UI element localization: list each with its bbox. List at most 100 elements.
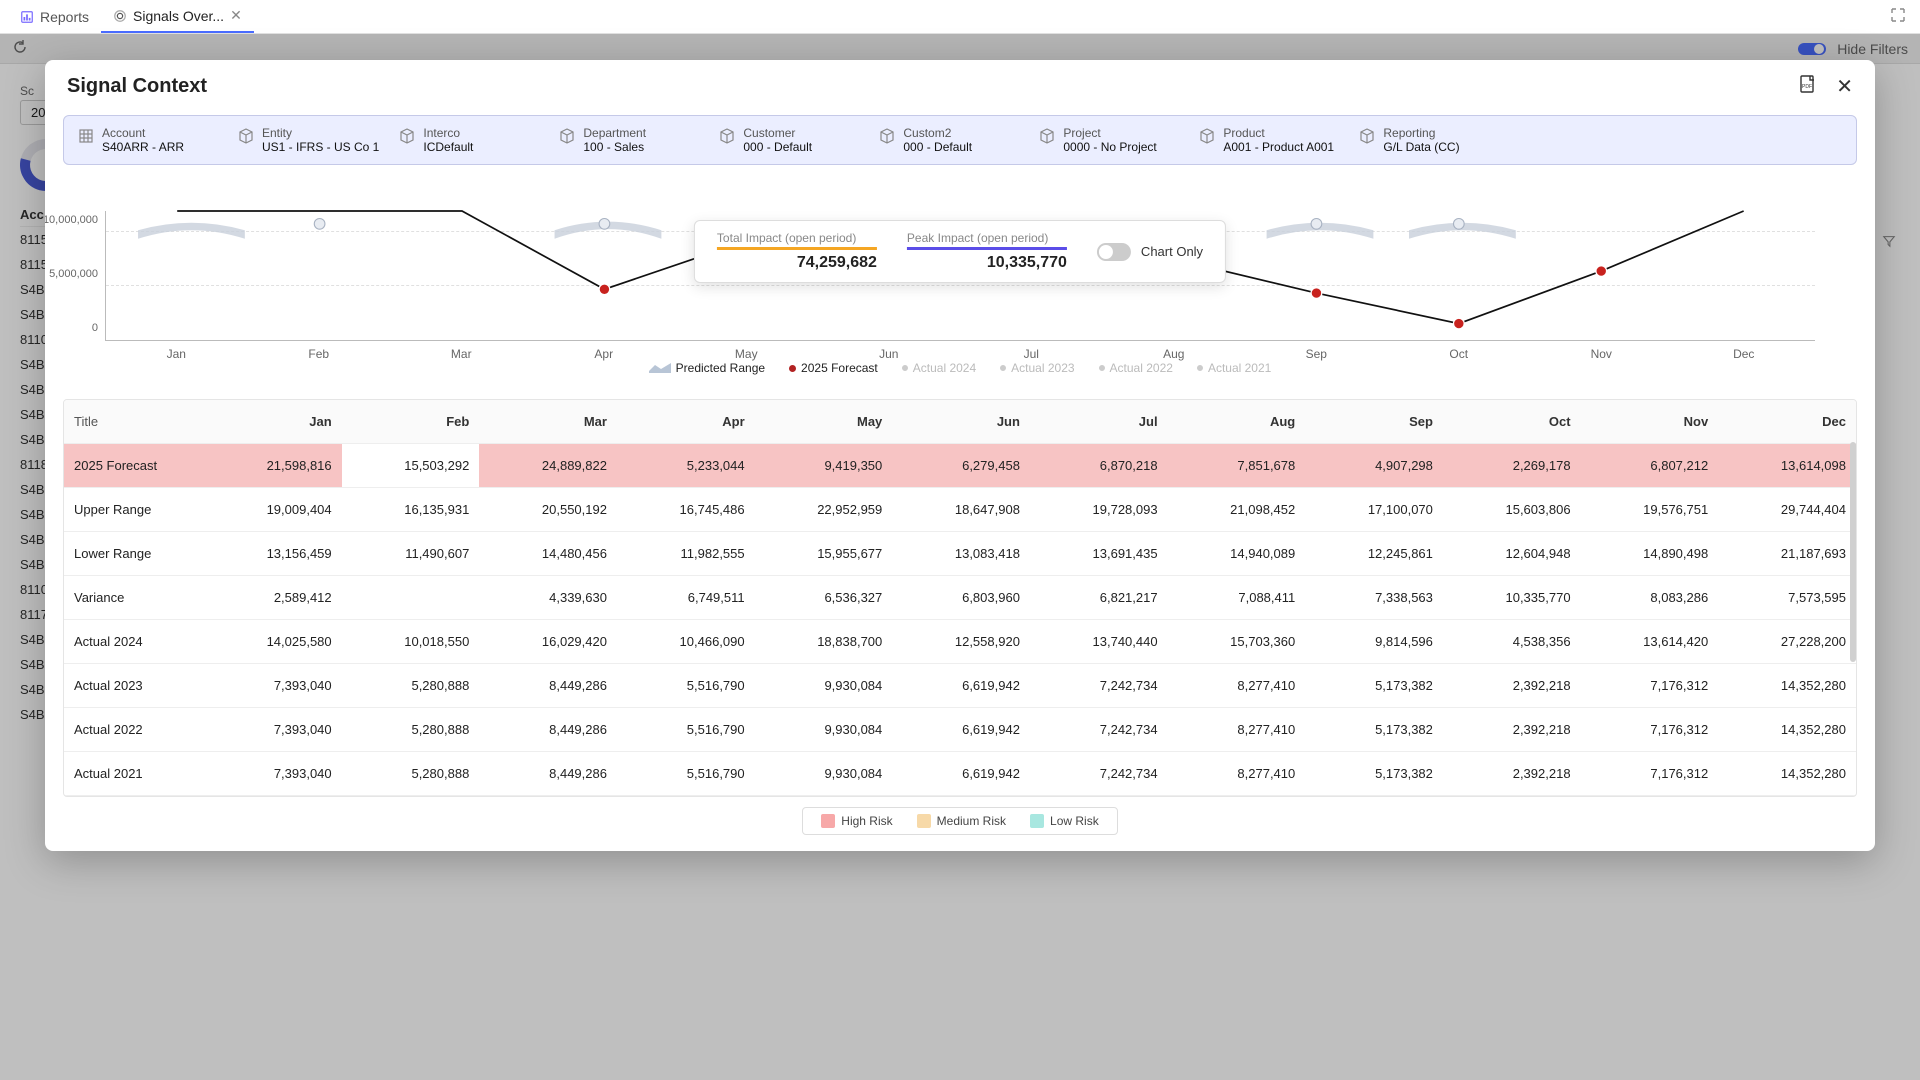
table-cell: 24,889,822 (479, 444, 617, 488)
table-row[interactable]: Actual 20217,393,0405,280,8888,449,2865,… (64, 752, 1856, 796)
table-scrollbar[interactable] (1850, 442, 1856, 662)
context-item[interactable]: EntityUS1 - IFRS - US Co 1 (238, 126, 379, 154)
table-cell: 5,280,888 (342, 708, 480, 752)
table-cell: 13,614,098 (1718, 444, 1856, 488)
table-col-month[interactable]: Sep (1305, 400, 1443, 444)
table-cell: 10,466,090 (617, 620, 755, 664)
context-label: Department (583, 126, 646, 140)
table-col-month[interactable]: Jan (204, 400, 342, 444)
collapse-icon[interactable] (1884, 7, 1912, 26)
tab-reports-label: Reports (40, 9, 89, 25)
row-label: Lower Range (64, 532, 204, 576)
table-row[interactable]: Actual 202414,025,58010,018,55016,029,42… (64, 620, 1856, 664)
context-item[interactable]: Customer000 - Default (719, 126, 859, 154)
table-col-month[interactable]: Dec (1718, 400, 1856, 444)
context-label: Entity (262, 126, 379, 140)
table-cell: 14,352,280 (1718, 752, 1856, 796)
table-cell: 6,749,511 (617, 576, 755, 620)
table-row[interactable]: Lower Range13,156,45911,490,60714,480,45… (64, 532, 1856, 576)
table-cell: 13,691,435 (1030, 532, 1168, 576)
table-cell: 14,940,089 (1168, 532, 1306, 576)
table-cell: 6,821,217 (1030, 576, 1168, 620)
table-cell: 21,598,816 (204, 444, 342, 488)
table-cell: 16,029,420 (479, 620, 617, 664)
table-cell: 13,083,418 (892, 532, 1030, 576)
table-col-month[interactable]: May (755, 400, 893, 444)
table-cell (342, 576, 480, 620)
chart-only-toggle[interactable] (1097, 243, 1131, 261)
table-col-month[interactable]: Apr (617, 400, 755, 444)
table-cell: 15,955,677 (755, 532, 893, 576)
table-cell: 5,280,888 (342, 752, 480, 796)
context-value: 100 - Sales (583, 140, 646, 154)
legend-actual-2022[interactable]: Actual 2022 (1099, 361, 1173, 375)
table-cell: 17,100,070 (1305, 488, 1443, 532)
table-col-month[interactable]: Jul (1030, 400, 1168, 444)
table-cell: 8,449,286 (479, 752, 617, 796)
legend-actual-2024[interactable]: Actual 2024 (902, 361, 976, 375)
legend-actual-2021[interactable]: Actual 2021 (1197, 361, 1271, 375)
context-label: Customer (743, 126, 812, 140)
context-item[interactable]: ReportingG/L Data (CC) (1359, 126, 1499, 154)
table-cell: 7,176,312 (1581, 752, 1719, 796)
table-row[interactable]: Actual 20237,393,0405,280,8888,449,2865,… (64, 664, 1856, 708)
table-cell: 4,538,356 (1443, 620, 1581, 664)
table-col-month[interactable]: Feb (342, 400, 480, 444)
table-col-month[interactable]: Nov (1581, 400, 1719, 444)
table-cell: 12,558,920 (892, 620, 1030, 664)
table-row[interactable]: Variance2,589,4124,339,6306,749,5116,536… (64, 576, 1856, 620)
table-cell: 7,242,734 (1030, 752, 1168, 796)
context-label: Account (102, 126, 184, 140)
table-row[interactable]: Actual 20227,393,0405,280,8888,449,2865,… (64, 708, 1856, 752)
table-cell: 8,277,410 (1168, 708, 1306, 752)
tab-reports[interactable]: Reports (8, 0, 101, 33)
context-item[interactable]: AccountS40ARR - ARR (78, 126, 218, 154)
table-cell: 2,269,178 (1443, 444, 1581, 488)
context-value: US1 - IFRS - US Co 1 (262, 140, 379, 154)
context-label: Product (1223, 126, 1334, 140)
table-cell: 8,277,410 (1168, 752, 1306, 796)
table-row[interactable]: 2025 Forecast21,598,81615,503,29224,889,… (64, 444, 1856, 488)
tab-signals-label: Signals Over... (133, 8, 224, 24)
close-icon[interactable]: ✕ (230, 7, 242, 24)
table-col-month[interactable]: Aug (1168, 400, 1306, 444)
risk-legend: High Risk Medium Risk Low Risk (45, 807, 1875, 835)
table-cell: 7,573,595 (1718, 576, 1856, 620)
table-cell: 7,393,040 (204, 664, 342, 708)
table-cell: 19,728,093 (1030, 488, 1168, 532)
legend-forecast[interactable]: 2025 Forecast (789, 361, 878, 375)
table-cell: 6,279,458 (892, 444, 1030, 488)
table-cell: 7,851,678 (1168, 444, 1306, 488)
table-cell: 18,647,908 (892, 488, 1030, 532)
context-item[interactable]: IntercoICDefault (399, 126, 539, 154)
modal-title: Signal Context (67, 75, 207, 98)
table-cell: 8,449,286 (479, 664, 617, 708)
legend-actual-2023[interactable]: Actual 2023 (1000, 361, 1074, 375)
table-col-month[interactable]: Jun (892, 400, 1030, 444)
row-label: Actual 2021 (64, 752, 204, 796)
table-cell: 16,135,931 (342, 488, 480, 532)
context-value: ICDefault (423, 140, 473, 154)
legend-predicted[interactable]: Predicted Range (649, 361, 765, 375)
table-cell: 18,838,700 (755, 620, 893, 664)
context-value: 0000 - No Project (1063, 140, 1156, 154)
total-impact-value: 74,259,682 (797, 254, 877, 272)
table-cell: 4,339,630 (479, 576, 617, 620)
table-cell: 5,516,790 (617, 752, 755, 796)
close-modal-icon[interactable]: ✕ (1836, 74, 1853, 99)
table-cell: 19,576,751 (1581, 488, 1719, 532)
export-pdf-icon[interactable]: PDF (1798, 74, 1818, 99)
context-item[interactable]: Project0000 - No Project (1039, 126, 1179, 154)
table-cell: 10,335,770 (1443, 576, 1581, 620)
context-label: Interco (423, 126, 473, 140)
table-col-month[interactable]: Mar (479, 400, 617, 444)
context-item[interactable]: ProductA001 - Product A001 (1199, 126, 1339, 154)
table-row[interactable]: Upper Range19,009,40416,135,93120,550,19… (64, 488, 1856, 532)
signals-icon (113, 9, 127, 23)
context-label: Custom2 (903, 126, 972, 140)
context-item[interactable]: Department100 - Sales (559, 126, 699, 154)
context-item[interactable]: Custom2000 - Default (879, 126, 1019, 154)
table-col-title[interactable]: Title (64, 400, 204, 444)
tab-signals[interactable]: Signals Over... ✕ (101, 0, 254, 33)
table-col-month[interactable]: Oct (1443, 400, 1581, 444)
